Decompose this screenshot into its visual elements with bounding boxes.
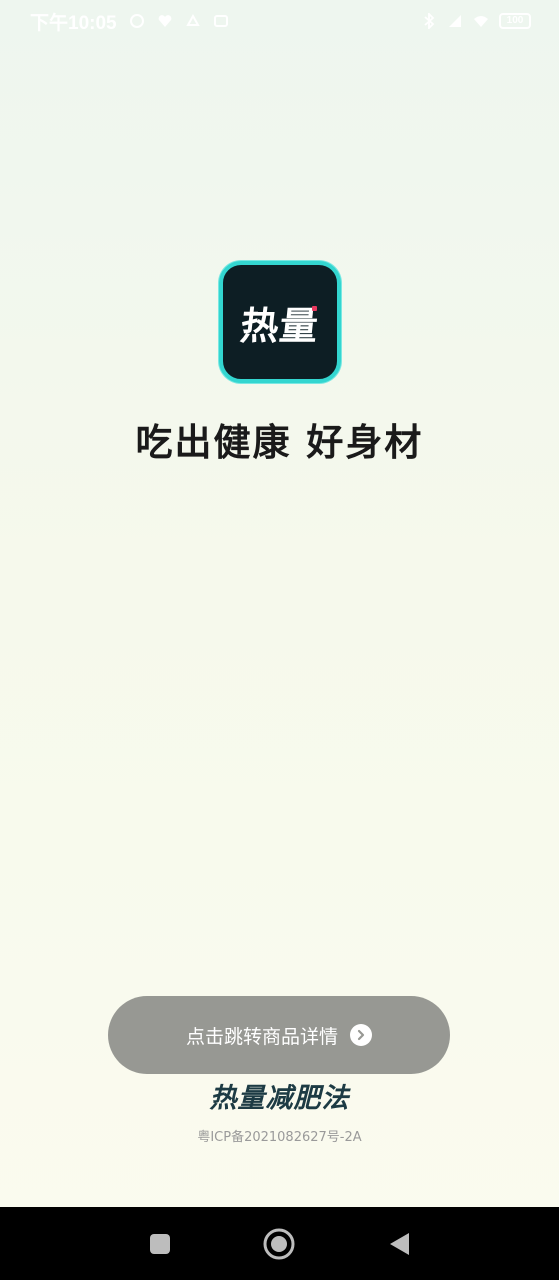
wifi-icon [474, 16, 488, 27]
home-icon [263, 1228, 295, 1259]
product-detail-button-label: 点击跳转商品详情 [185, 1025, 338, 1048]
message-icon [213, 15, 228, 27]
status-time: 下午10:05 [30, 12, 117, 34]
brand-name: 热量减肥法 [209, 1083, 350, 1114]
home-button[interactable] [259, 1224, 299, 1264]
signal-icon [449, 15, 461, 27]
status-left: 下午10:05 [30, 8, 229, 35]
product-detail-button[interactable]: 点击跳转商品详情 [108, 996, 450, 1074]
app-notification-icon [185, 13, 200, 26]
status-bar: 下午10:05 100 [0, 0, 559, 42]
bluetooth-icon [424, 13, 435, 29]
recent-apps-icon [149, 1233, 170, 1254]
slogan: 吃出健康 好身材 [135, 421, 424, 464]
app-logo: 热量 [219, 261, 341, 383]
chevron-right-icon [350, 1024, 372, 1046]
battery-icon: 100 [499, 13, 531, 29]
recent-apps-button[interactable] [140, 1224, 180, 1264]
back-button[interactable] [379, 1224, 419, 1264]
logo-text: 热量 [238, 303, 321, 348]
system-nav-bar [0, 1207, 559, 1280]
heart-icon [158, 15, 171, 27]
logo-accent-mark [312, 306, 317, 311]
back-icon [390, 1232, 410, 1255]
icp-license: 粤ICP备2021082627号-2A [197, 1130, 362, 1145]
status-right: 100 [421, 13, 531, 29]
notification-icon [129, 14, 144, 28]
